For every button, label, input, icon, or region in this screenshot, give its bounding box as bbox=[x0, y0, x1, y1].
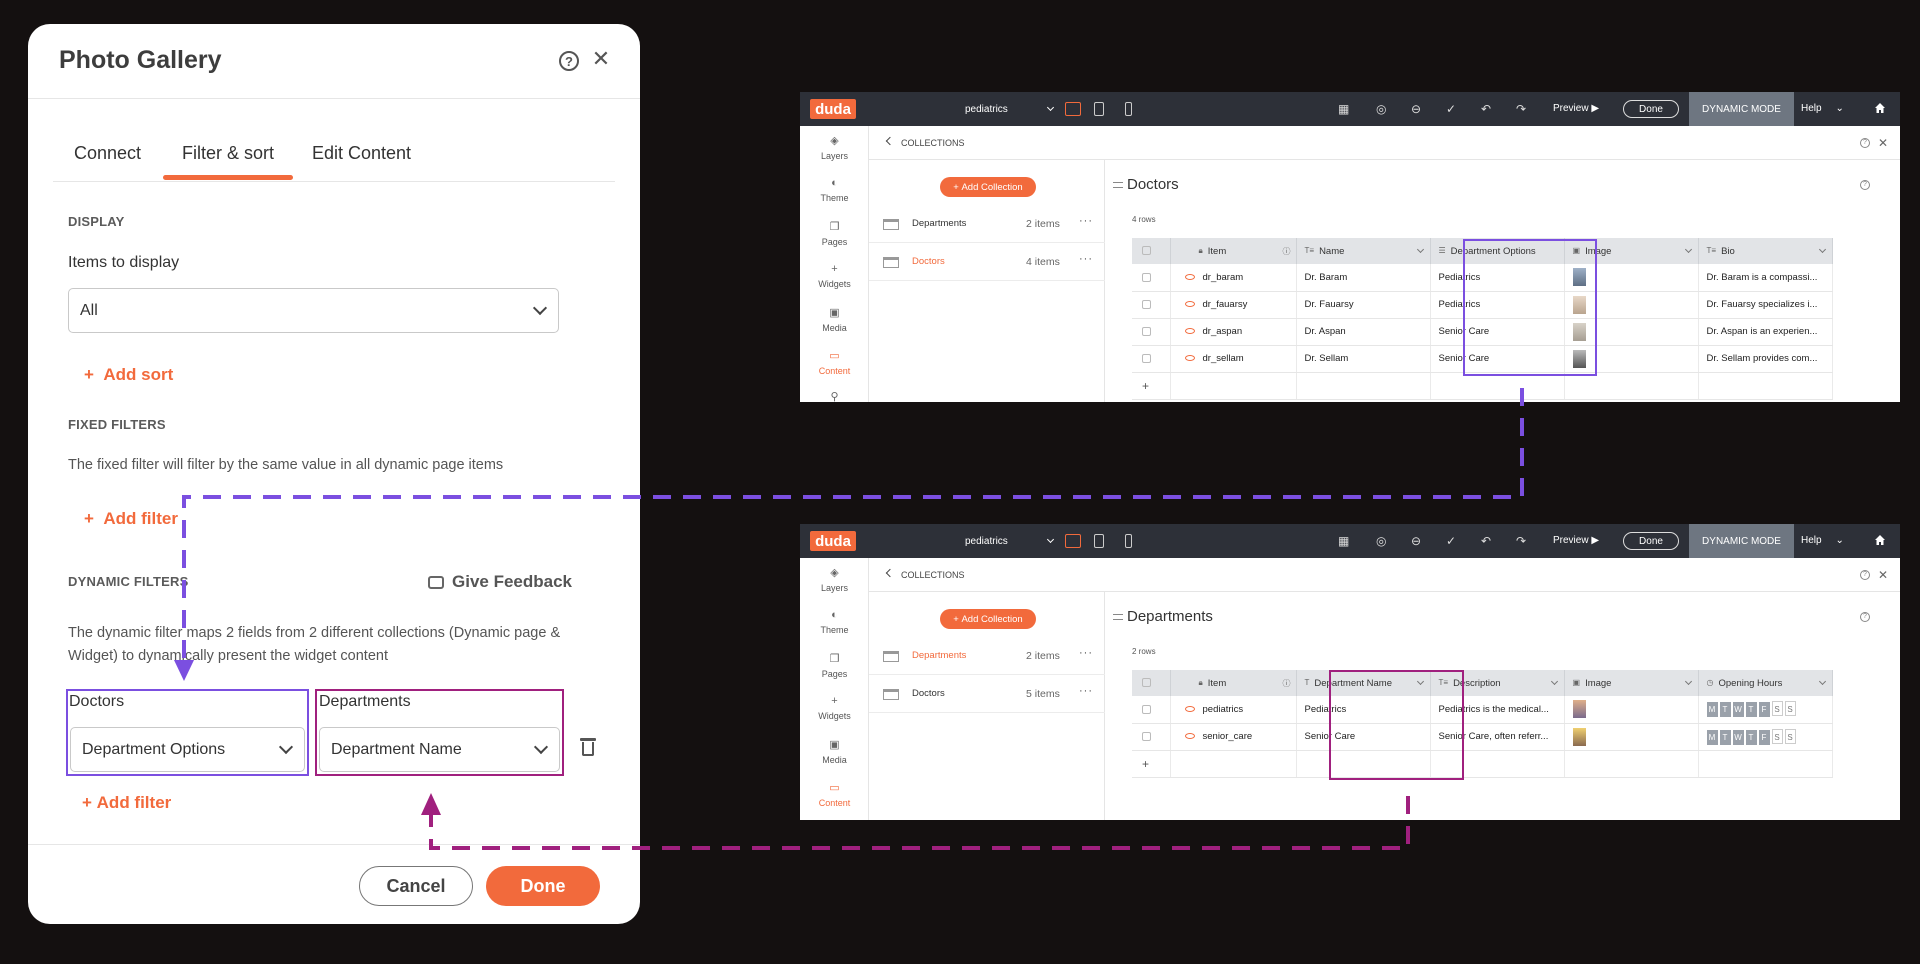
purple-connector bbox=[182, 388, 1524, 668]
magenta-arrowhead bbox=[421, 793, 441, 815]
purple-arrowhead bbox=[174, 660, 194, 681]
connector-lines bbox=[174, 388, 1524, 850]
magenta-connector bbox=[429, 796, 1410, 850]
